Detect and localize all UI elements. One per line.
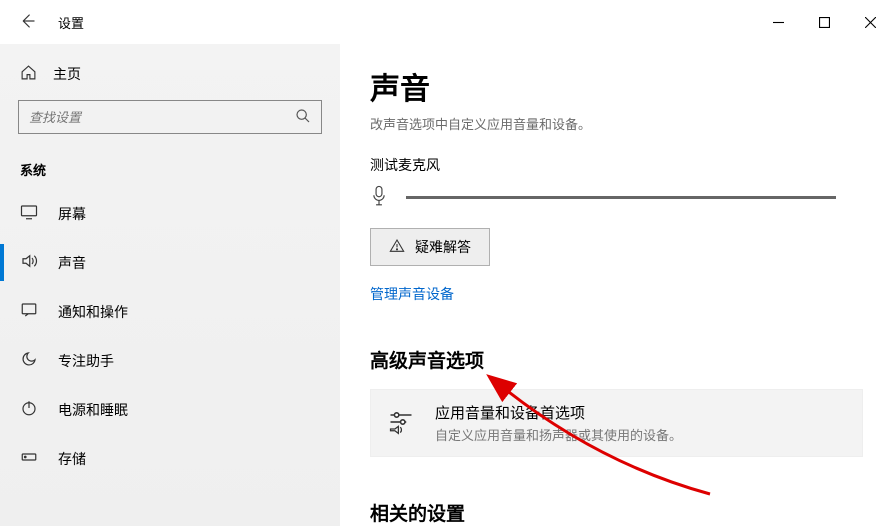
search-box[interactable]: [18, 100, 322, 134]
mic-level-bar: [406, 196, 836, 199]
main-content: 声音 改声音选项中自定义应用音量和设备。 测试麦克风 疑难解答 管理声音设备 高…: [340, 44, 893, 526]
nav-item-focus[interactable]: 专注助手: [0, 336, 340, 385]
microphone-icon: [370, 185, 388, 210]
window-controls: [755, 0, 893, 44]
nav-item-sound[interactable]: 声音: [0, 238, 340, 287]
mic-test-row: [370, 185, 863, 210]
app-volume-desc: 自定义应用音量和扬声器或其使用的设备。: [435, 425, 682, 444]
minimize-button[interactable]: [755, 0, 801, 44]
sound-icon: [20, 252, 38, 273]
app-volume-card[interactable]: 应用音量和设备首选项 自定义应用音量和扬声器或其使用的设备。: [370, 389, 863, 457]
troubleshoot-button[interactable]: 疑难解答: [370, 228, 490, 266]
manage-devices-link[interactable]: 管理声音设备: [370, 284, 454, 304]
sliders-icon: [387, 408, 415, 439]
page-subtitle: 改声音选项中自定义应用音量和设备。: [370, 114, 863, 133]
home-icon: [20, 64, 37, 84]
notifications-icon: [20, 301, 38, 322]
advanced-heading: 高级声音选项: [370, 346, 863, 373]
home-button[interactable]: 主页: [0, 52, 340, 96]
app-volume-title: 应用音量和设备首选项: [435, 402, 682, 423]
nav-item-display[interactable]: 屏幕: [0, 189, 340, 238]
troubleshoot-label: 疑难解答: [415, 237, 471, 257]
related-heading: 相关的设置: [370, 499, 863, 526]
search-icon: [295, 108, 311, 127]
nav-label: 通知和操作: [58, 302, 128, 322]
nav-item-power[interactable]: 电源和睡眠: [0, 385, 340, 434]
warning-icon: [389, 238, 405, 257]
nav-label: 专注助手: [58, 351, 114, 371]
page-title: 声音: [370, 64, 863, 108]
nav-item-notifications[interactable]: 通知和操作: [0, 287, 340, 336]
sidebar-group-label: 系统: [0, 148, 340, 189]
mic-test-label: 测试麦克风: [370, 155, 863, 175]
sidebar: 主页 系统 屏幕 声音 通知和操作 专注助手: [0, 44, 340, 526]
nav-item-storage[interactable]: 存储: [0, 434, 340, 483]
nav-label: 存储: [58, 449, 86, 469]
nav-label: 声音: [58, 253, 86, 273]
search-input[interactable]: [29, 110, 295, 125]
storage-icon: [20, 448, 38, 469]
back-button[interactable]: [18, 12, 36, 33]
close-button[interactable]: [847, 0, 893, 44]
display-icon: [20, 203, 38, 224]
nav-label: 电源和睡眠: [58, 400, 128, 420]
window-title: 设置: [58, 13, 84, 32]
nav-label: 屏幕: [58, 204, 86, 224]
power-icon: [20, 399, 38, 420]
focus-icon: [20, 350, 38, 371]
home-label: 主页: [53, 64, 81, 84]
titlebar: 设置: [0, 0, 893, 44]
maximize-button[interactable]: [801, 0, 847, 44]
